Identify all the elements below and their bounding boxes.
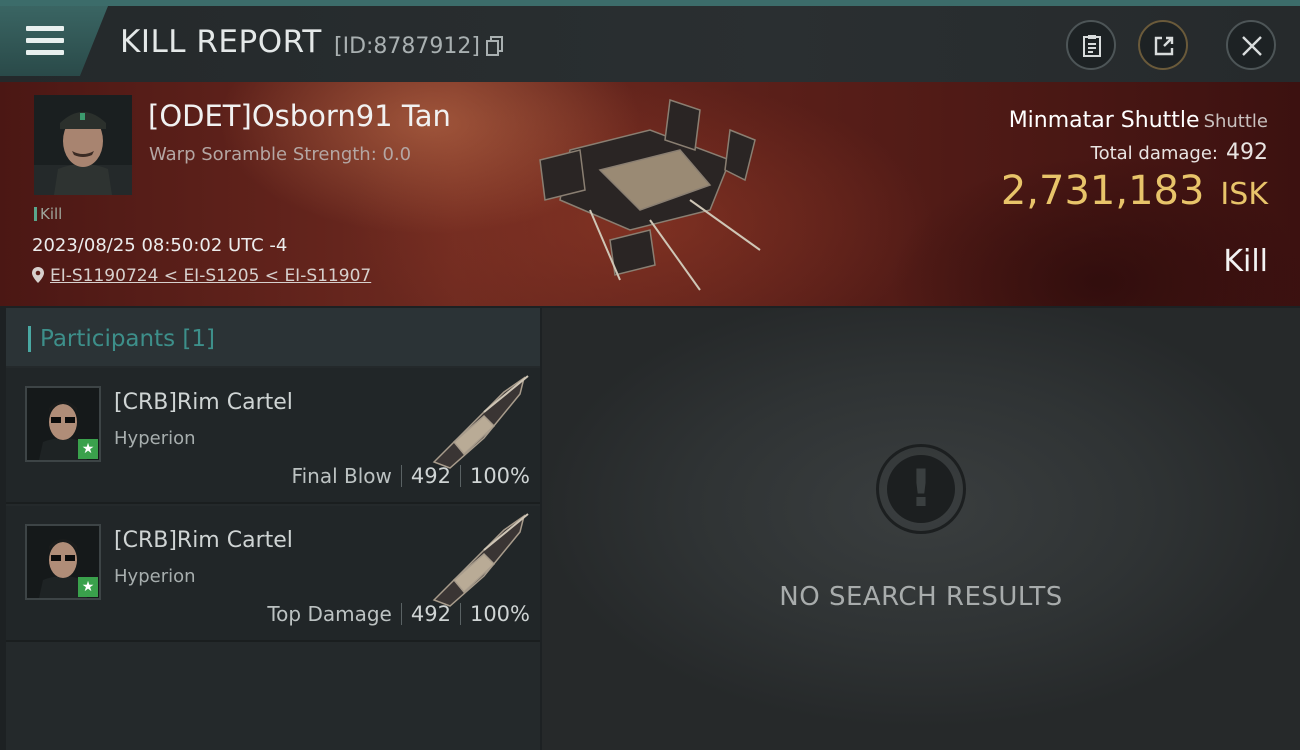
participant-row[interactable]: ★ [CRB]Rim Cartel Hyperion Final Blow 492… (6, 368, 540, 504)
warp-scramble-strength: Warp Soramble Strength: 0.0 (149, 144, 412, 165)
participant-damage: 492 (410, 602, 451, 626)
isk-unit: ISK (1220, 177, 1268, 212)
pilot-portrait-image (34, 95, 132, 195)
page-title: KILL REPORT (120, 24, 322, 60)
destroyed-ship-image (539, 98, 761, 291)
participant-name[interactable]: [CRB]Rim Cartel (114, 390, 293, 415)
participant-ship-image (432, 513, 529, 607)
isk-value: 2,731,183 ISK (1000, 168, 1268, 214)
ship-name: Minmatar Shuttle (1008, 108, 1200, 133)
corp-star-icon: ★ (78, 577, 98, 597)
participants-panel: Participants [1] ★ [CRB]Rim Cartel Hyper… (6, 308, 540, 750)
participant-ship: Hyperion (114, 566, 196, 587)
participant-avatar[interactable]: ★ (25, 524, 101, 600)
location-link[interactable]: EI-S1190724 < EI-S1205 < EI-S11907 (50, 266, 371, 286)
share-button[interactable] (1138, 20, 1188, 70)
participant-percent: 100% (469, 602, 530, 626)
participant-role: Top Damage (267, 602, 392, 626)
victim-name[interactable]: [ODET]Osborn91 Tan (148, 99, 451, 133)
participant-stats: Final Blow 492 100% (292, 464, 530, 488)
participant-name[interactable]: [CRB]Rim Cartel (114, 528, 293, 553)
clipboard-button[interactable] (1066, 20, 1116, 70)
share-icon (1154, 36, 1174, 56)
participants-title: Participants [1] (40, 326, 215, 352)
participant-row[interactable]: ★ [CRB]Rim Cartel Hyperion Top Damage 492… (6, 506, 540, 642)
clipboard-icon (1083, 35, 1101, 57)
kill-banner: [ODET]Osborn91 Tan Warp Soramble Strengt… (0, 82, 1300, 306)
victim-portrait[interactable] (34, 95, 132, 195)
close-button[interactable] (1226, 20, 1276, 70)
participant-avatar[interactable]: ★ (25, 386, 101, 462)
hamburger-menu-icon (26, 26, 64, 56)
header-bar: KILL REPORT [ID:8787912] (0, 6, 1300, 82)
close-icon (1242, 36, 1262, 56)
kill-datetime: 2023/08/25 08:50:02 UTC -4 (32, 235, 288, 256)
kill-location[interactable]: EI-S1190724 < EI-S1205 < EI-S11907 (32, 266, 371, 286)
kill-tag: Kill (34, 205, 62, 223)
lost-ship[interactable]: Minmatar Shuttle Shuttle (1009, 108, 1268, 133)
kill-result: Kill (1223, 244, 1268, 279)
participant-damage: 492 (410, 464, 451, 488)
copy-icon[interactable] (486, 36, 504, 56)
participant-percent: 100% (469, 464, 530, 488)
participant-ship-image (432, 375, 529, 469)
participant-stats: Top Damage 492 100% (267, 602, 530, 626)
search-results-panel: ! NO SEARCH RESULTS (542, 308, 1300, 750)
location-pin-icon (32, 267, 44, 283)
menu-button[interactable] (0, 6, 108, 76)
ship-class: Shuttle (1203, 111, 1268, 132)
report-id: [ID:8787912] (334, 34, 480, 59)
participant-role: Final Blow (291, 464, 392, 488)
total-damage-value: 492 (1226, 140, 1268, 165)
exclamation-icon: ! (876, 444, 966, 534)
corp-star-icon: ★ (78, 439, 98, 459)
no-search-results: NO SEARCH RESULTS (779, 582, 1063, 612)
participants-header: Participants [1] (6, 308, 540, 366)
participant-ship: Hyperion (114, 428, 196, 449)
total-damage: Total damage: 492 (1090, 140, 1268, 165)
